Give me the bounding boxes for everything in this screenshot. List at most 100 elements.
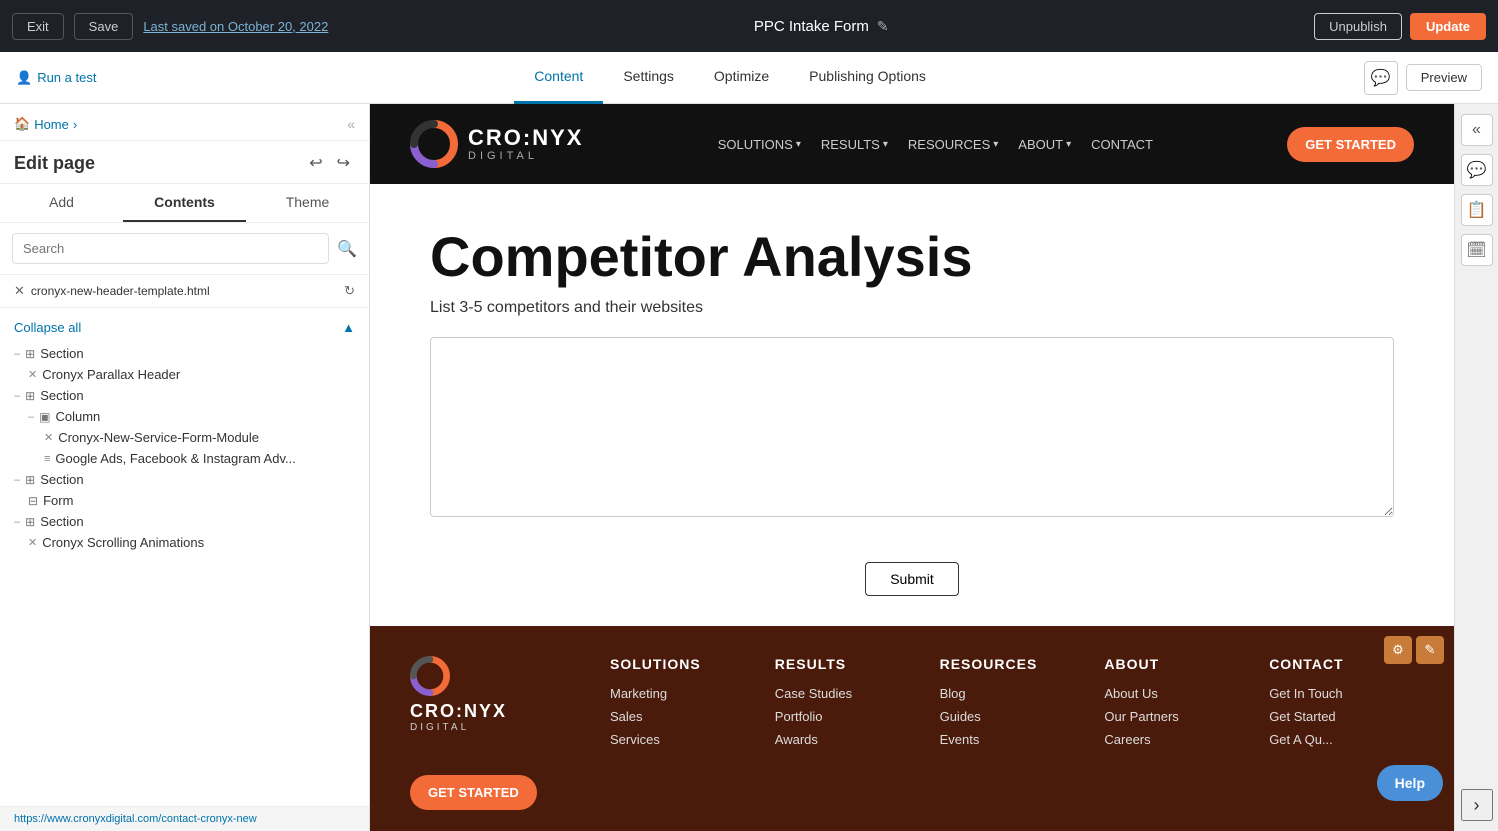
footer-link-our-partners[interactable]: Our Partners <box>1104 709 1249 724</box>
search-button[interactable]: 🔍 <box>337 239 357 259</box>
footer-link-blog[interactable]: Blog <box>940 686 1085 701</box>
tab-settings[interactable]: Settings <box>603 52 694 104</box>
collapse-all-button[interactable]: Collapse all <box>14 320 81 335</box>
grid-icon-4: ⊞ <box>25 515 35 529</box>
nav-contact[interactable]: CONTACT <box>1091 137 1153 152</box>
nav-resources[interactable]: RESOURCES ▾ <box>908 137 998 152</box>
site-header: CRO:NYX DIGITAL SOLUTIONS ▾ RESULTS ▾ RE… <box>370 104 1454 184</box>
file-refresh-icon[interactable]: ↻ <box>344 283 355 299</box>
footer-col-resources-title: RESOURCES <box>940 656 1085 672</box>
tab-add[interactable]: Add <box>0 184 123 222</box>
tab-publishing[interactable]: Publishing Options <box>789 52 946 104</box>
right-chevron-left-icon[interactable]: « <box>1461 114 1493 146</box>
footer-link-case-studies[interactable]: Case Studies <box>775 686 920 701</box>
block-icon: ▣ <box>39 410 50 424</box>
tree-module-form[interactable]: ✕ Cronyx-New-Service-Form-Module <box>0 427 369 448</box>
grid-icon-2: ⊞ <box>25 389 35 403</box>
grid-icon-1: ⊞ <box>25 347 35 361</box>
footer-link-sales[interactable]: Sales <box>610 709 755 724</box>
tree-label-section2: Section <box>40 388 83 403</box>
tab-content[interactable]: Content <box>514 52 603 104</box>
footer-link-guides[interactable]: Guides <box>940 709 1085 724</box>
collapse-all-row: Collapse all ▲ <box>0 316 369 343</box>
tab-optimize[interactable]: Optimize <box>694 52 789 104</box>
right-calendar2-icon[interactable]: 🗓 <box>1461 234 1493 266</box>
tree-section-4[interactable]: – ⊞ Section <box>0 511 369 532</box>
file-row: ✕ cronyx-new-header-template.html ↻ <box>0 275 369 308</box>
save-button[interactable]: Save <box>74 13 134 40</box>
edit-title-icon[interactable]: ✎ <box>877 18 889 35</box>
page-subtext: List 3-5 competitors and their websites <box>430 299 1394 317</box>
minus-icon-1: – <box>14 348 20 360</box>
tree-form[interactable]: ⊟ Form <box>0 490 369 511</box>
x-icon-1: ✕ <box>28 368 37 381</box>
logo-text-area: CRO:NYX DIGITAL <box>468 126 583 162</box>
tree-label-section4: Section <box>40 514 83 529</box>
footer-link-awards[interactable]: Awards <box>775 732 920 747</box>
logo-sub: DIGITAL <box>468 150 583 162</box>
footer-link-portfolio[interactable]: Portfolio <box>775 709 920 724</box>
tree-label-google: Google Ads, Facebook & Instagram Adv... <box>55 451 295 466</box>
footer-col-solutions-title: SOLUTIONS <box>610 656 755 672</box>
second-bar: 👤 Run a test Content Settings Optimize P… <box>0 52 1498 104</box>
chevron-down-icon-solutions: ▾ <box>796 139 801 150</box>
logo-area: CRO:NYX DIGITAL <box>410 120 583 168</box>
right-calendar-icon[interactable]: 📋 <box>1461 194 1493 226</box>
nav-about[interactable]: ABOUT ▾ <box>1018 137 1071 152</box>
tree-column[interactable]: – ▣ Column <box>0 406 369 427</box>
exit-button[interactable]: Exit <box>12 13 64 40</box>
right-chevron-right-icon[interactable]: › <box>1461 789 1493 821</box>
logo-text: CRO:NYX <box>468 126 583 150</box>
tree-section-2[interactable]: – ⊞ Section <box>0 385 369 406</box>
undo-button[interactable]: ↩ <box>304 151 327 175</box>
footer-link-services[interactable]: Services <box>610 732 755 747</box>
site-nav: SOLUTIONS ▾ RESULTS ▾ RESOURCES ▾ ABOUT … <box>718 137 1153 152</box>
collapse-sidebar-icon[interactable]: « <box>347 116 355 132</box>
right-comment-icon[interactable]: 💬 <box>1461 154 1493 186</box>
tab-contents[interactable]: Contents <box>123 184 246 222</box>
footer-link-events[interactable]: Events <box>940 732 1085 747</box>
preview-button[interactable]: Preview <box>1406 64 1482 91</box>
update-button[interactable]: Update <box>1410 13 1486 40</box>
sidebar-footer: https://www.cronyxdigital.com/contact-cr… <box>0 806 369 831</box>
get-started-button[interactable]: GET STARTED <box>1287 127 1414 162</box>
footer-link-get-started[interactable]: Get Started <box>1269 709 1414 724</box>
footer-settings-icon[interactable]: ⚙ <box>1384 636 1412 664</box>
tree-label-parallax: Cronyx Parallax Header <box>42 367 180 382</box>
breadcrumb-separator: › <box>73 117 77 132</box>
tree-section-1[interactable]: – ⊞ Section <box>0 343 369 364</box>
submit-button[interactable]: Submit <box>865 562 959 596</box>
tree-section-3[interactable]: – ⊞ Section <box>0 469 369 490</box>
breadcrumb-home[interactable]: Home <box>34 117 69 132</box>
breadcrumb: 🏠 Home › <box>14 116 77 132</box>
title-area: PPC Intake Form ✎ <box>338 18 1304 35</box>
search-input[interactable] <box>12 233 329 264</box>
nav-solutions[interactable]: SOLUTIONS ▾ <box>718 137 801 152</box>
home-icon: 🏠 <box>14 116 30 132</box>
footer-link-get-quote[interactable]: Get A Qu... <box>1269 732 1414 747</box>
unpublish-button[interactable]: Unpublish <box>1314 13 1402 40</box>
footer-link-about-us[interactable]: About Us <box>1104 686 1249 701</box>
footer-edit-icon-btn[interactable]: ✎ <box>1416 636 1444 664</box>
redo-button[interactable]: ↪ <box>332 151 355 175</box>
competitors-textarea[interactable] <box>430 337 1394 517</box>
tree-module-animations[interactable]: ✕ Cronyx Scrolling Animations <box>0 532 369 553</box>
footer-link-get-in-touch[interactable]: Get In Touch <box>1269 686 1414 701</box>
nav-results[interactable]: RESULTS ▾ <box>821 137 888 152</box>
run-test-link[interactable]: 👤 Run a test <box>16 70 96 86</box>
tree-module-parallax[interactable]: ✕ Cronyx Parallax Header <box>0 364 369 385</box>
tab-theme[interactable]: Theme <box>246 184 369 222</box>
tree-label-animations: Cronyx Scrolling Animations <box>42 535 204 550</box>
tree-label-form: Form <box>43 493 73 508</box>
footer-get-started-button[interactable]: GET STARTED <box>410 775 537 810</box>
footer-col-about: ABOUT About Us Our Partners Careers <box>1104 656 1249 755</box>
footer-link-marketing[interactable]: Marketing <box>610 686 755 701</box>
footer-link-careers[interactable]: Careers <box>1104 732 1249 747</box>
comment-icon-btn[interactable]: 💬 <box>1364 61 1398 95</box>
tree-container: Collapse all ▲ – ⊞ Section ✕ Cronyx Para… <box>0 308 369 806</box>
help-bubble[interactable]: Help <box>1377 765 1443 801</box>
main-layout: 🏠 Home › « Edit page ↩ ↪ Add Contents Th… <box>0 104 1498 831</box>
file-close-icon[interactable]: ✕ <box>14 283 25 299</box>
tree-module-google[interactable]: ≡ Google Ads, Facebook & Instagram Adv..… <box>0 448 369 469</box>
tree-label-section3: Section <box>40 472 83 487</box>
